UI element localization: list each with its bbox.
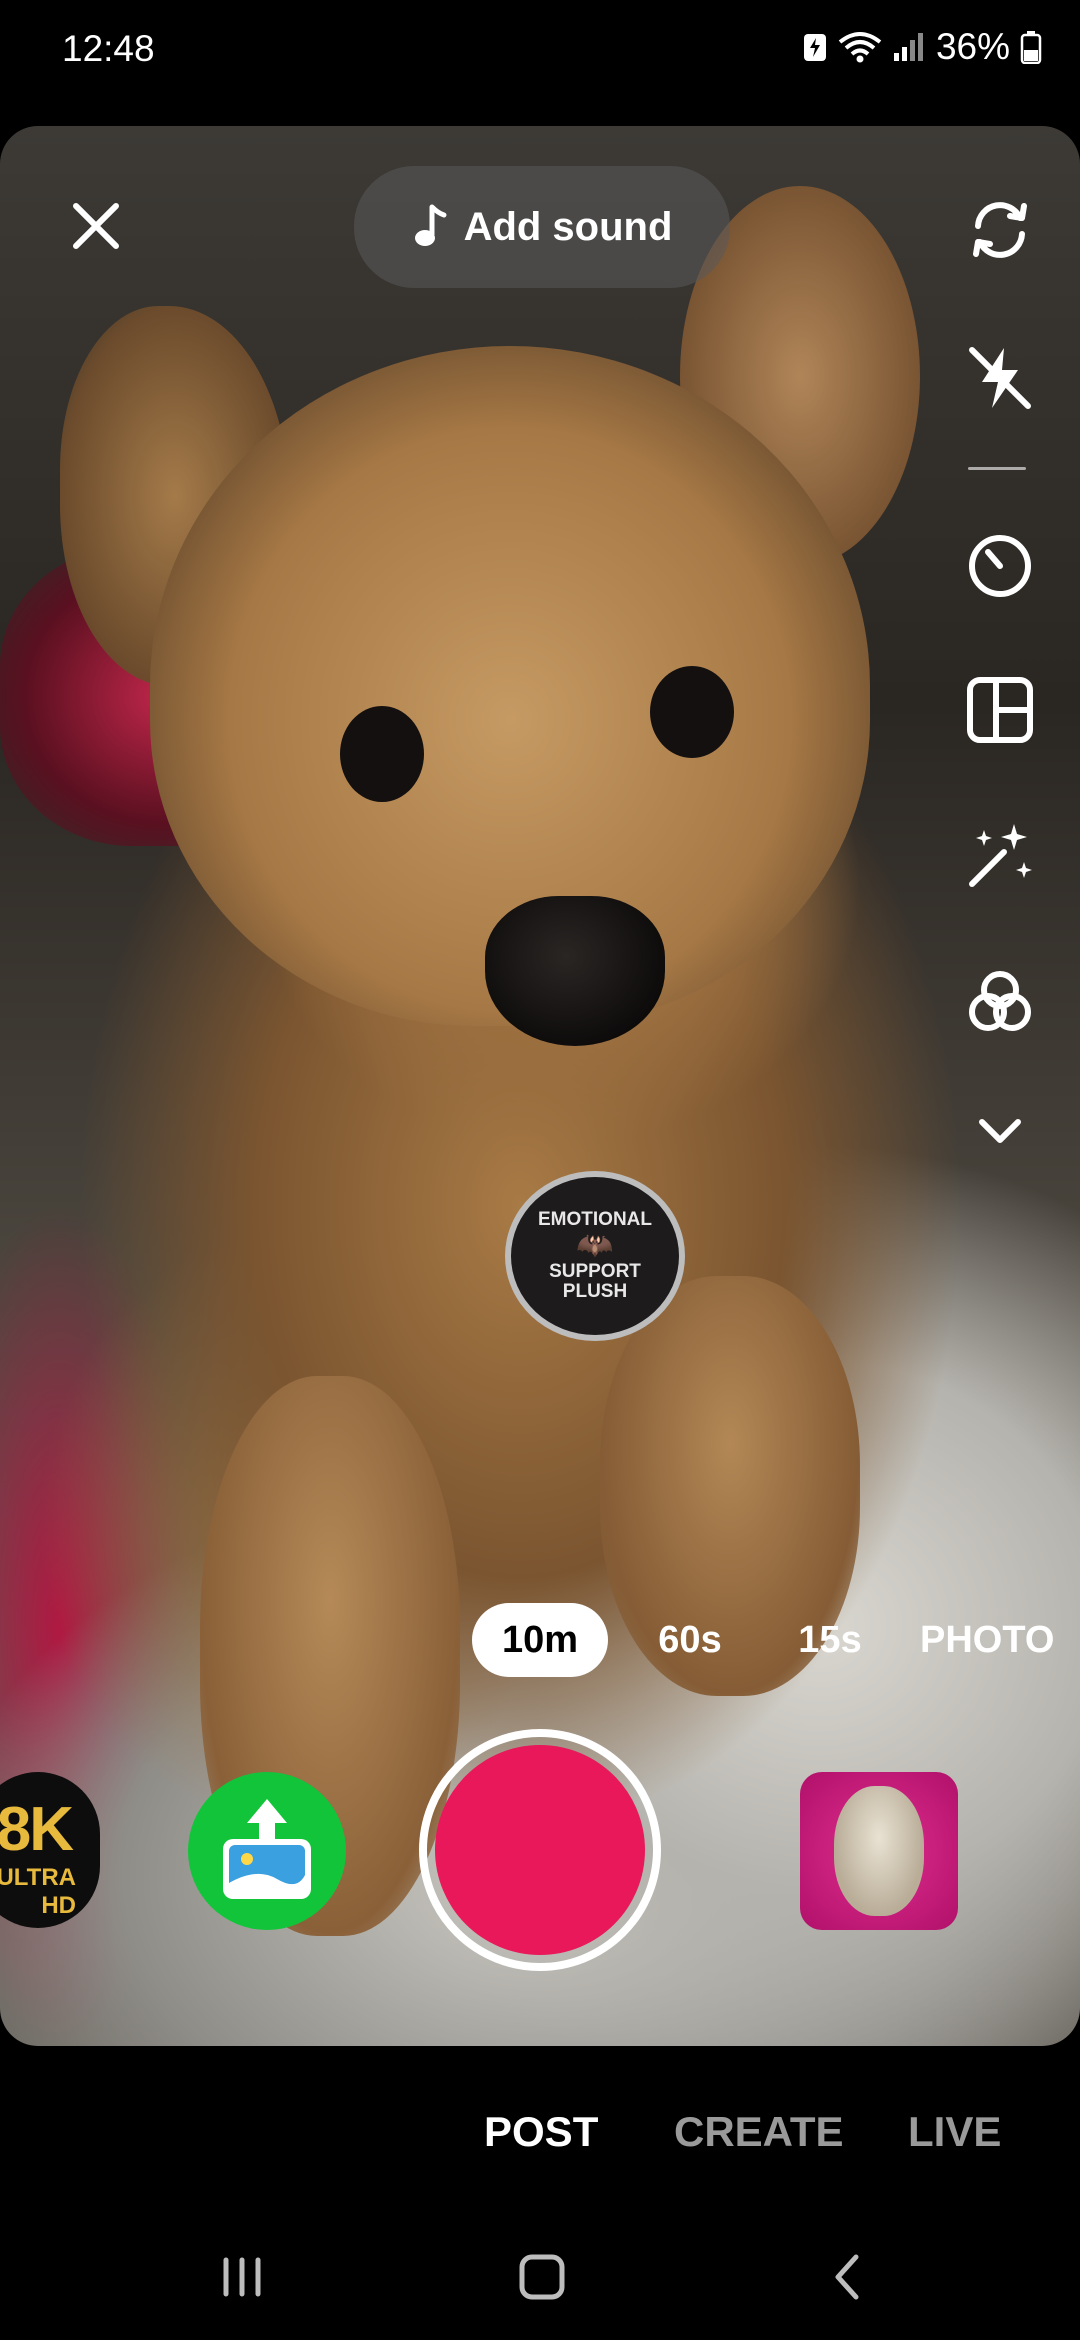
preview-scene-ear	[60, 306, 290, 686]
close-button[interactable]	[62, 192, 130, 260]
close-icon	[73, 203, 119, 249]
gallery-thumbnail[interactable]	[800, 1772, 958, 1930]
duration-option-15s[interactable]: 15s	[782, 1603, 878, 1677]
duration-option-photo[interactable]: PHOTO	[920, 1603, 1080, 1677]
layout-button[interactable]	[962, 672, 1038, 748]
thumbnail-preview	[834, 1786, 924, 1916]
effects-wand-icon	[969, 824, 1032, 887]
home-icon	[519, 2254, 565, 2300]
battery-icon	[1020, 30, 1042, 64]
more-options-button[interactable]	[962, 1092, 1038, 1168]
preview-scene-eye	[340, 706, 424, 802]
music-note-icon	[414, 204, 447, 246]
record-button-core	[435, 1745, 645, 1955]
tab-create[interactable]: CREATE	[674, 2108, 844, 2156]
upload-gallery-icon	[223, 1799, 311, 1899]
wifi-icon	[838, 30, 882, 64]
preview-scene-head	[150, 346, 870, 1026]
flip-camera-icon	[973, 202, 1027, 258]
signal-icon	[892, 31, 926, 63]
tag-line: EMOTIONAL	[538, 1209, 652, 1231]
effect-8k-label: 8K	[0, 1795, 74, 1864]
status-bar: 12:48 36%	[0, 0, 1080, 110]
filters-button[interactable]	[962, 964, 1038, 1040]
timer-button[interactable]	[962, 528, 1038, 604]
home-button[interactable]	[500, 2232, 584, 2322]
effects-button[interactable]	[962, 818, 1038, 894]
back-button[interactable]	[806, 2232, 890, 2322]
tag-line: SUPPORT	[549, 1260, 641, 1282]
duration-selector: 10m 60s 15s PHOTO	[0, 1603, 1080, 1677]
back-icon	[835, 2254, 859, 2300]
preview-scene-bow	[0, 546, 330, 846]
effect-8k-button[interactable]: 8K ULTRA HD	[0, 1772, 100, 1928]
more-chevron-icon	[979, 1119, 1021, 1143]
tag-text: EMOTIONAL 🦇 SUPPORT PLUSH	[505, 1171, 685, 1341]
preview-scene-nose	[485, 896, 665, 1046]
duration-option-10m[interactable]: 10m	[472, 1603, 608, 1677]
recent-apps-button[interactable]	[200, 2232, 284, 2322]
recent-apps-icon	[223, 2257, 261, 2297]
battery-percent: 36%	[935, 26, 1010, 67]
preview-scene-eye	[650, 666, 734, 758]
status-icons: 36%	[802, 26, 1042, 68]
filters-icon	[969, 971, 1031, 1031]
record-button[interactable]	[419, 1729, 661, 1971]
upload-button[interactable]	[188, 1772, 346, 1930]
timer-icon	[969, 535, 1031, 597]
tab-post[interactable]: POST	[484, 2108, 598, 2156]
duration-option-60s[interactable]: 60s	[640, 1603, 740, 1677]
rail-divider	[968, 467, 1026, 470]
add-sound-button[interactable]: Add sound	[354, 166, 730, 288]
tab-live[interactable]: LIVE	[908, 2108, 1001, 2156]
battery-saver-icon	[802, 31, 828, 63]
bat-icon: 🦇	[576, 1229, 614, 1263]
status-time: 12:48	[62, 28, 155, 69]
add-sound-label: Add sound	[463, 204, 673, 249]
flash-button[interactable]	[962, 340, 1038, 416]
flash-off-icon	[969, 347, 1031, 409]
flip-camera-button[interactable]	[962, 192, 1038, 268]
tag-line: PLUSH	[562, 1280, 628, 1302]
effect-ultrahd-label: ULTRA HD	[0, 1864, 76, 1919]
layout-icon	[967, 677, 1033, 743]
